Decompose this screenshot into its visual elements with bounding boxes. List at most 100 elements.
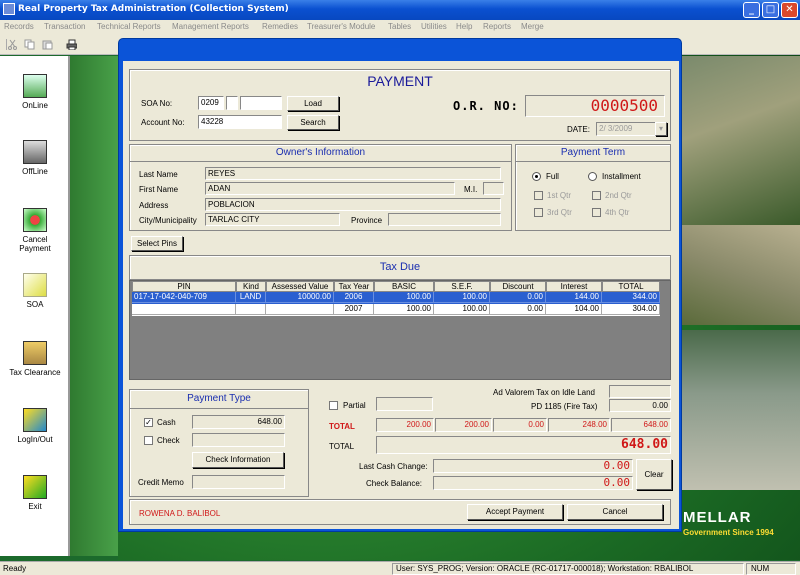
close-button[interactable]: ✕ [781, 2, 798, 18]
sidebar-item-exit[interactable]: Exit [0, 475, 70, 511]
date-dropdown-button[interactable]: ▾ [655, 122, 667, 136]
maximize-button[interactable]: □ [762, 2, 779, 18]
select-pins-button[interactable]: Select Pins [131, 236, 183, 251]
offline-icon [23, 140, 47, 164]
menu-utilities[interactable]: Utilities [421, 22, 447, 31]
table-row[interactable]: 2007 100.00 100.00 0.00 104.00 304.00 [132, 304, 660, 316]
menu-technical-reports[interactable]: Technical Reports [97, 22, 161, 31]
last-name-label: Last Name [139, 170, 178, 179]
cut-icon[interactable] [6, 39, 17, 50]
column-header[interactable]: S.E.F. [434, 281, 490, 292]
first-name-label: First Name [139, 185, 179, 194]
or-number-field: 0000500 [525, 95, 665, 117]
or-label: O.R. NO: [453, 99, 519, 113]
column-header[interactable]: Kind [236, 281, 266, 292]
print-icon[interactable] [66, 39, 78, 51]
paste-icon[interactable] [42, 39, 53, 50]
menu-reports[interactable]: Reports [483, 22, 511, 31]
menu-remedies[interactable]: Remedies [262, 22, 298, 31]
date-label: DATE: [567, 125, 590, 134]
column-header[interactable]: Interest [546, 281, 602, 292]
address-field: POBLACION [205, 198, 501, 211]
search-button[interactable]: Search [287, 115, 339, 130]
last-cash-change-label: Last Cash Change: [359, 462, 428, 471]
menu-merge[interactable]: Merge [521, 22, 544, 31]
chevron-down-icon: ▾ [658, 124, 663, 133]
menu-help[interactable]: Help [456, 22, 472, 31]
sidebar-item-label: Cancel Payment [19, 235, 51, 253]
sidebar-item-login[interactable]: LogIn/Out [0, 408, 70, 444]
ad-valorem-label: Ad Valorem Tax on Idle Land [493, 388, 595, 397]
column-header[interactable]: PIN [132, 281, 236, 292]
sidebar-item-cancel-payment[interactable]: Cancel Payment [0, 208, 70, 253]
online-icon [23, 74, 47, 98]
pd-label: PD 1185 (Fire Tax) [531, 402, 598, 411]
sidebar-item-soa[interactable]: SOA [0, 273, 70, 309]
clear-button[interactable]: Clear [636, 459, 672, 490]
sidebar-item-online[interactable]: OnLine [0, 74, 70, 110]
q1-label: 1st Qtr [547, 191, 572, 200]
copy-icon[interactable] [24, 39, 35, 50]
soa-field-3[interactable] [240, 96, 282, 110]
menu-transaction[interactable]: Transaction [44, 22, 86, 31]
city-field: TARLAC CITY [205, 213, 340, 226]
soa-icon [23, 273, 47, 297]
q1-checkbox[interactable] [534, 191, 543, 200]
sidebar-item-label: SOA [26, 300, 44, 309]
date-field[interactable]: 2/ 3/2009 [596, 122, 656, 136]
cash-checkbox[interactable]: ✓ [144, 418, 153, 427]
menu-treasurers-module[interactable]: Treasurer's Module [307, 22, 375, 31]
background-photo [678, 56, 800, 226]
full-radio[interactable] [532, 172, 541, 181]
status-ready: Ready [3, 564, 27, 573]
cash-amount-field[interactable]: 648.00 [192, 415, 285, 429]
cancel-button[interactable]: Cancel [567, 504, 663, 520]
partial-checkbox[interactable] [329, 401, 338, 410]
load-button[interactable]: Load [287, 96, 339, 111]
partial-amount-field[interactable] [376, 397, 433, 411]
account-label: Account No: [141, 118, 185, 127]
credit-memo-field[interactable] [192, 475, 285, 489]
menu-records[interactable]: Records [4, 22, 34, 31]
account-field[interactable]: 43228 [198, 115, 282, 129]
total-label: TOTAL [329, 442, 355, 451]
column-header[interactable]: Tax Year [334, 281, 374, 292]
table-cell: 344.00 [602, 292, 660, 303]
check-checkbox[interactable] [144, 436, 153, 445]
soa-field[interactable]: 0209 [198, 96, 224, 110]
column-header[interactable]: TOTAL [602, 281, 660, 292]
column-header[interactable]: BASIC [374, 281, 434, 292]
login-icon [23, 408, 47, 432]
q2-checkbox[interactable] [592, 191, 601, 200]
check-amount-field[interactable] [192, 433, 285, 447]
tax-due-header-panel: Tax Due [129, 255, 671, 280]
column-header[interactable]: Discount [490, 281, 546, 292]
app-icon [3, 3, 15, 15]
app-title: Real Property Tax Administration (Collec… [18, 4, 289, 14]
installment-radio[interactable] [588, 172, 597, 181]
sidebar-item-offline[interactable]: OffLine [0, 140, 70, 176]
credit-memo-label: Credit Memo [138, 478, 184, 487]
column-header[interactable]: Assessed Value [266, 281, 334, 292]
title-bar: Real Property Tax Administration (Collec… [0, 0, 800, 20]
accept-payment-button[interactable]: Accept Payment [467, 504, 563, 520]
minimize-button[interactable]: _ [743, 2, 760, 18]
mi-label: M.I. [464, 185, 478, 194]
mi-field [483, 182, 504, 195]
check-information-button[interactable]: Check Information [192, 452, 284, 468]
soa-field-2[interactable] [226, 96, 238, 110]
q4-checkbox[interactable] [592, 208, 601, 217]
q4-label: 4th Qtr [605, 208, 630, 217]
province-field [388, 213, 501, 226]
table-row[interactable]: 017-17-042-040-709 LAND 10000.00 2006 10… [132, 292, 660, 304]
table-cell: 304.00 [602, 304, 660, 315]
check-label: Check [157, 436, 180, 445]
menu-tables[interactable]: Tables [388, 22, 411, 31]
menu-management-reports[interactable]: Management Reports [172, 22, 249, 31]
q3-checkbox[interactable] [534, 208, 543, 217]
last-name-field: REYES [205, 167, 501, 180]
full-label: Full [546, 172, 559, 181]
sidebar-item-tax-clearance[interactable]: Tax Clearance [0, 341, 70, 377]
check-balance-field: 0.00 [433, 476, 633, 490]
table-cell: 100.00 [374, 292, 434, 303]
